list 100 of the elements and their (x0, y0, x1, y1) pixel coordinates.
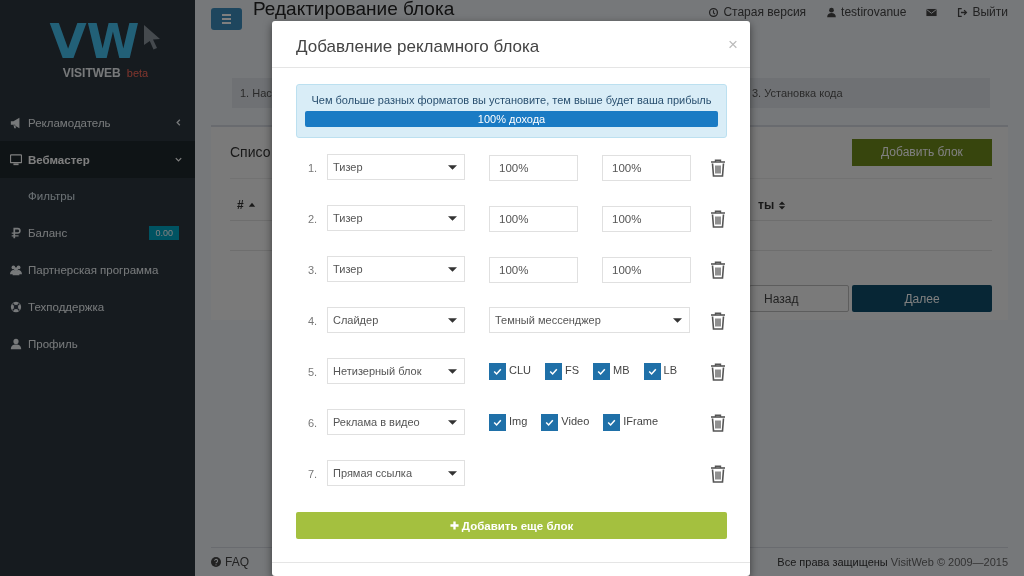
next-button[interactable]: Далее (852, 285, 992, 312)
checkbox[interactable] (541, 414, 559, 431)
size-field[interactable]: 100% (489, 256, 578, 283)
nav-item[interactable]: Вебмастер (0, 141, 195, 178)
delete-button[interactable] (710, 311, 727, 330)
caret-icon (448, 317, 457, 323)
chevron-down-icon (174, 155, 183, 164)
caret-icon (448, 470, 457, 476)
check-icon (548, 366, 559, 377)
row-number: 1. (307, 161, 319, 174)
type-select[interactable]: Нетизерный блок (327, 358, 465, 384)
row-number: 5. (307, 365, 319, 378)
type-select[interactable]: Реклама в видео (327, 409, 465, 435)
size-field[interactable]: 100% (602, 154, 691, 181)
trash-icon (710, 311, 726, 330)
check-icon (492, 366, 503, 377)
row-number: 7. (307, 467, 319, 480)
envelope-icon (926, 6, 938, 18)
logo-name: VISITWEB (62, 66, 121, 80)
nav-item[interactable]: Баланс 0.00 (0, 214, 195, 251)
caret-icon (448, 164, 457, 170)
nav-item[interactable]: Профиль (0, 325, 195, 362)
type-select[interactable]: Прямая ссылка (327, 460, 465, 486)
checkbox-label: Img (509, 415, 528, 427)
add-block-button[interactable]: Добавить блок (852, 138, 992, 166)
step-label: 1. Нас (240, 87, 272, 99)
balance-badge: 0.00 (149, 225, 179, 240)
checkbox[interactable] (489, 414, 506, 431)
nav-item[interactable]: Партнерская программа (0, 251, 195, 288)
checkbox-label: MB (613, 364, 630, 376)
delete-button[interactable] (710, 413, 727, 432)
delete-button[interactable] (710, 260, 727, 279)
check-icon (544, 417, 556, 428)
checkbox-label: IFrame (623, 415, 659, 427)
nav-label: Рекламодатель (28, 116, 112, 129)
nav-item[interactable]: Техподдержка (0, 288, 195, 325)
row-number: 3. (307, 263, 319, 276)
trash-icon (710, 260, 726, 279)
nav-label: Вебмастер (28, 153, 91, 166)
mail-link[interactable] (926, 6, 938, 18)
logo-mark: VW (49, 16, 140, 66)
type-select[interactable]: Тизер (327, 154, 465, 180)
checkbox-label: CLU (509, 364, 531, 376)
page-title: Редактирование блока (253, 0, 456, 20)
nav-label: Партнерская программа (28, 263, 160, 276)
chevron-left-icon (174, 118, 183, 127)
checkbox[interactable] (545, 363, 562, 380)
ruble-icon (10, 226, 22, 239)
monitor-icon (10, 153, 22, 166)
size-field[interactable]: 100% (489, 205, 578, 232)
top-link[interactable]: Старая версия (708, 5, 807, 19)
size-field[interactable]: 100% (489, 154, 578, 181)
user-icon (10, 337, 22, 350)
delete-button[interactable] (710, 158, 727, 177)
column-header[interactable]: ты (758, 198, 992, 213)
step-label: 3. Установка кода (752, 87, 843, 99)
style-select[interactable]: Темный мессенджер (489, 307, 690, 333)
row-number: 2. (307, 212, 319, 225)
type-select[interactable]: Слайдер (327, 307, 465, 333)
logo-tag: beta (126, 67, 149, 79)
check-icon (606, 417, 618, 428)
checkbox-label: FS (565, 364, 580, 376)
faq-link[interactable]: FAQ (211, 555, 249, 569)
checkbox[interactable] (593, 363, 611, 380)
type-select[interactable]: Тизер (327, 205, 465, 231)
size-field[interactable]: 100% (602, 205, 691, 232)
checkbox-label: LB (663, 364, 678, 376)
copyright-text: Все права защищены VisitWeb © 2009—2015 (777, 556, 1008, 568)
modal-title: Добавление рекламного блока (296, 37, 540, 57)
nav-item[interactable]: Рекламодатель (0, 104, 195, 141)
nav-label: Баланс (28, 226, 69, 239)
submenu-item[interactable]: Фильтры (0, 178, 75, 214)
caret-icon (448, 368, 457, 374)
caret-icon (673, 317, 682, 323)
row-number: 4. (307, 314, 319, 327)
back-button[interactable]: Назад (749, 285, 849, 312)
checkbox[interactable] (643, 363, 661, 380)
hint-text: Чем больше разных форматов вы установите, тем выше будет ваша прибыль (311, 94, 712, 106)
nav-label: Профиль (28, 337, 79, 350)
lifebuoy-icon (10, 300, 22, 313)
check-icon (646, 366, 658, 377)
cursor-icon (141, 24, 162, 50)
trash-icon (710, 464, 726, 483)
top-link[interactable]: testirovanue (826, 5, 907, 19)
trash-icon (710, 158, 726, 177)
question-icon (211, 557, 221, 567)
progress-bar: 100% дохода (305, 111, 718, 127)
megaphone-icon (10, 116, 22, 129)
size-field[interactable]: 100% (602, 256, 691, 283)
trash-icon (710, 209, 726, 228)
checkbox[interactable] (489, 363, 506, 380)
check-icon (492, 417, 503, 428)
delete-button[interactable] (710, 209, 727, 228)
caret-icon (448, 419, 457, 425)
checkbox[interactable] (603, 414, 621, 431)
top-link[interactable]: Выйти (957, 5, 1008, 19)
type-select[interactable]: Тизер (327, 256, 465, 282)
history-icon (708, 6, 720, 18)
delete-button[interactable] (710, 464, 727, 483)
delete-button[interactable] (710, 362, 727, 381)
